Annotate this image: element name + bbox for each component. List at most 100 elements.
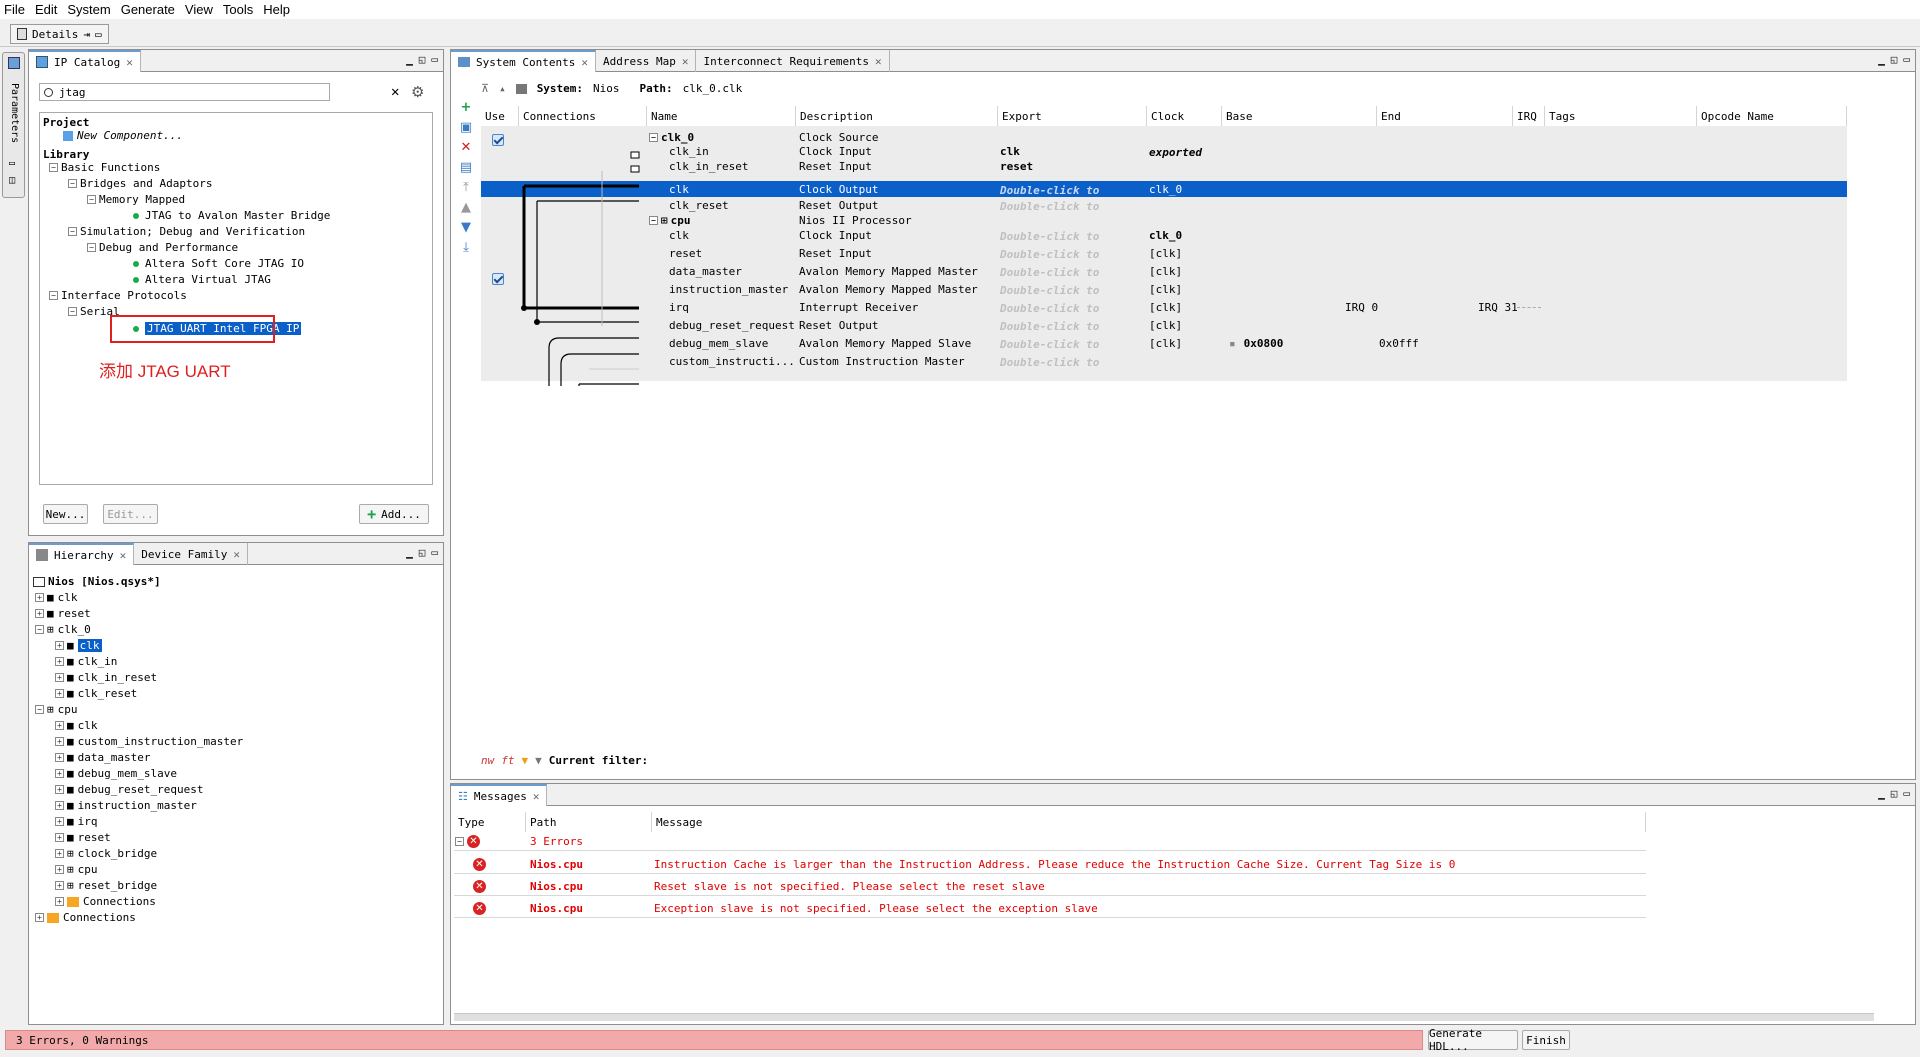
new-component-item[interactable]: New Component... — [63, 129, 183, 142]
tree-item-jtag-avalon-bridge[interactable]: JTAG to Avalon Master Bridge — [133, 209, 330, 222]
hierarchy-item[interactable]: − ⊞ cpu — [35, 703, 78, 716]
hierarchy-root[interactable]: Nios [Nios.qsys*] — [33, 575, 161, 588]
close-icon[interactable]: ✕ — [875, 55, 882, 68]
add-button[interactable]: + Add... — [359, 504, 429, 524]
tree-item-soft-core-jtag-io[interactable]: Altera Soft Core JTAG IO — [133, 257, 304, 270]
tree-item-bridges[interactable]: − Bridges and Adaptors — [68, 177, 212, 190]
message-row[interactable]: ✕ Nios.cpu Exception slave is not specif… — [454, 900, 1646, 918]
hierarchy-item[interactable]: + ⊞ cpu — [55, 863, 98, 876]
hierarchy-item[interactable]: + ■ debug_reset_request — [55, 783, 203, 796]
hierarchy-item[interactable]: − ⊞ clk_0 — [35, 623, 91, 636]
collapse-all-icon[interactable]: ⊼ — [481, 82, 489, 95]
col-export[interactable]: Export — [998, 106, 1147, 126]
row-export[interactable]: Double-click to — [1000, 301, 1099, 315]
tab-address-map[interactable]: Address Map ✕ — [596, 50, 697, 72]
restore-icon[interactable]: ◱ — [419, 53, 426, 66]
row-clock[interactable]: [clk] — [1149, 336, 1182, 350]
row-export[interactable]: Double-click to — [1000, 183, 1099, 197]
tab-ip-catalog[interactable]: IP Catalog ✕ — [29, 50, 141, 72]
close-icon[interactable]: ✕ — [233, 548, 240, 561]
row-clock[interactable]: clk_0 — [1149, 182, 1182, 196]
col-path[interactable]: Path — [526, 812, 652, 832]
hierarchy-item[interactable]: + ⊞ clock_bridge — [55, 847, 157, 860]
filter-ft-icon[interactable]: ft — [501, 754, 514, 767]
new-button[interactable]: New... — [43, 504, 88, 524]
maximize-icon[interactable]: ▭ — [1903, 787, 1910, 800]
tree-item-simulation[interactable]: − Simulation; Debug and Verification — [68, 225, 305, 238]
hierarchy-item[interactable]: + ■ reset — [35, 607, 91, 620]
close-icon[interactable]: ✕ — [126, 56, 133, 69]
col-tags[interactable]: Tags — [1545, 106, 1697, 126]
col-description[interactable]: Description — [796, 106, 998, 126]
restore-icon[interactable]: ▭ — [95, 28, 102, 41]
pin-icon[interactable]: ⇥ — [83, 28, 90, 41]
filter-icon[interactable]: ▼ — [522, 754, 529, 767]
duplicate-icon[interactable]: ▣ — [456, 120, 476, 140]
add-icon[interactable]: + — [456, 100, 476, 120]
maximize-icon[interactable]: ▭ — [431, 546, 438, 559]
maximize-icon[interactable]: ▭ — [1903, 53, 1910, 66]
hierarchy-item[interactable]: + ■ clk — [55, 719, 98, 732]
col-connections[interactable]: Connections — [519, 106, 647, 126]
menu-system[interactable]: System — [63, 2, 116, 17]
maximize-icon[interactable]: ▭ — [431, 53, 438, 66]
up-icon[interactable]: ▴ — [499, 82, 506, 95]
tree-item-interface-protocols[interactable]: − Interface Protocols — [49, 289, 187, 302]
close-icon[interactable]: ✕ — [120, 549, 127, 562]
message-row[interactable]: ✕ Nios.cpu Reset slave is not specified.… — [454, 878, 1646, 896]
message-row[interactable]: ✕ Nios.cpu Instruction Cache is larger t… — [454, 856, 1646, 874]
use-checkbox-clk0[interactable] — [492, 134, 504, 149]
close-icon[interactable]: ✕ — [682, 55, 689, 68]
close-icon[interactable]: ✕ — [581, 56, 588, 69]
restore-icon[interactable]: ◱ — [1891, 53, 1898, 66]
row-export[interactable]: Double-click to — [1000, 319, 1099, 333]
row-export[interactable]: Double-click to — [1000, 337, 1099, 351]
hierarchy-item[interactable]: + ■ clk_in_reset — [55, 671, 157, 684]
row-export[interactable]: Double-click to — [1000, 283, 1099, 297]
hierarchy-item[interactable]: + ■ debug_mem_slave — [55, 767, 177, 780]
hierarchy-item[interactable]: + ■ clk — [55, 639, 102, 652]
row-export[interactable]: clk — [1000, 144, 1020, 158]
col-message[interactable]: Message — [652, 812, 1646, 832]
move-bottom-icon[interactable]: ⤓ — [456, 240, 476, 260]
tree-item-virtual-jtag[interactable]: Altera Virtual JTAG — [133, 273, 271, 286]
menu-generate[interactable]: Generate — [117, 2, 181, 17]
parameters-side-tab[interactable]: Parameters ▭ ◫ — [2, 52, 25, 198]
minimize-icon[interactable]: ▁ — [1878, 787, 1885, 800]
row-export[interactable]: Double-click to — [1000, 229, 1099, 243]
minimize-icon[interactable]: ▁ — [406, 546, 413, 559]
row-export[interactable]: Double-click to — [1000, 265, 1099, 279]
menu-edit[interactable]: Edit — [31, 2, 63, 17]
col-use[interactable]: Use — [481, 106, 519, 126]
tab-hierarchy[interactable]: Hierarchy ✕ — [29, 543, 135, 565]
col-base[interactable]: Base — [1222, 106, 1377, 126]
error-summary-row[interactable]: − ✕ 3 Errors — [454, 833, 1646, 851]
col-type[interactable]: Type — [454, 812, 526, 832]
clear-search-icon[interactable]: ✕ — [391, 84, 399, 100]
row-clock[interactable]: [clk] — [1149, 282, 1182, 296]
hierarchy-item[interactable]: + ■ data_master — [55, 751, 150, 764]
row-clock[interactable]: [clk] — [1149, 300, 1182, 314]
filter-clear-icon[interactable]: ▼ — [535, 754, 542, 767]
row-clock[interactable]: [clk] — [1149, 264, 1182, 278]
generate-hdl-button[interactable]: Generate HDL... — [1428, 1027, 1518, 1053]
tree-item-basic-functions[interactable]: − Basic Functions — [49, 161, 160, 174]
restore-icon[interactable]: ◱ — [419, 546, 426, 559]
use-checkbox-cpu[interactable] — [492, 273, 504, 288]
col-irq[interactable]: IRQ — [1513, 106, 1545, 126]
tab-messages[interactable]: ☷ Messages ✕ — [451, 784, 548, 806]
hierarchy-item[interactable]: + Connections — [35, 911, 136, 924]
hierarchy-item[interactable]: + ■ clk_reset — [55, 687, 137, 700]
move-top-icon[interactable]: ⤒ — [456, 180, 476, 200]
tab-device-family[interactable]: Device Family ✕ — [134, 543, 248, 565]
edit-icon[interactable]: ▤ — [456, 160, 476, 180]
hierarchy-item[interactable]: + ■ reset — [55, 831, 111, 844]
menu-view[interactable]: View — [181, 2, 219, 17]
row-clock[interactable]: clk_0 — [1149, 228, 1182, 242]
row-export[interactable]: Double-click to — [1000, 247, 1099, 261]
minimize-icon[interactable]: ▁ — [406, 53, 413, 66]
menu-file[interactable]: File — [0, 2, 31, 17]
move-down-icon[interactable]: ▼ — [456, 220, 476, 240]
col-opcode[interactable]: Opcode Name — [1697, 106, 1847, 126]
minimize-icon[interactable]: ▭ — [9, 158, 15, 169]
